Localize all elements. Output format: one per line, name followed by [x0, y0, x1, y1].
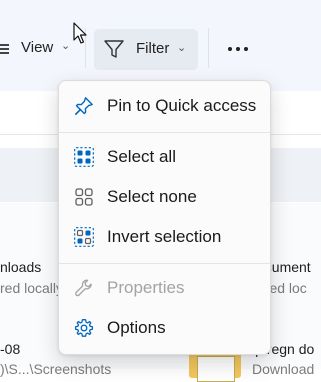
- menu-item-options[interactable]: Options: [63, 310, 266, 346]
- menu-divider: [59, 263, 270, 264]
- wrench-icon: [75, 279, 92, 297]
- file-status: red locally: [0, 280, 64, 296]
- menu-item-label: Properties: [107, 278, 185, 297]
- menu-item-invert-selection[interactable]: Invert selection: [63, 219, 266, 255]
- filter-label: Filter: [136, 40, 170, 57]
- file-name[interactable]: nloads: [0, 259, 41, 275]
- menu-item-properties: Properties: [63, 270, 266, 306]
- menu-item-label: Options: [107, 318, 166, 337]
- pin-icon: [75, 97, 93, 115]
- more-options-button[interactable]: [220, 33, 256, 65]
- more-options-menu: Pin to Quick access Select all Select no…: [58, 80, 271, 355]
- menu-item-label: Select all: [107, 147, 176, 166]
- view-label: View: [21, 39, 54, 56]
- more-dot-icon: [244, 47, 248, 51]
- toolbar-divider: [208, 28, 209, 68]
- filter-icon: [104, 40, 124, 58]
- file-location: )\S...\Screenshots: [0, 361, 112, 377]
- menu-divider: [59, 132, 270, 133]
- more-dot-icon: [236, 47, 240, 51]
- more-dot-icon: [228, 47, 232, 51]
- chevron-down-icon: ⌄: [61, 40, 71, 52]
- file-name[interactable]: -08: [0, 341, 20, 357]
- invert-selection-icon: [74, 227, 94, 247]
- gear-icon: [74, 318, 94, 337]
- select-none-icon: [75, 188, 93, 206]
- view-button[interactable]: View ⌄: [0, 32, 78, 66]
- file-location: Download: [252, 361, 315, 377]
- command-bar: View ⌄ Filter ⌄: [0, 0, 321, 91]
- filter-button[interactable]: Filter ⌄: [94, 29, 198, 70]
- menu-item-label: Select none: [107, 187, 197, 206]
- mouse-cursor-icon: [73, 22, 87, 44]
- view-icon: [0, 44, 10, 54]
- menu-item-label: Pin to Quick access: [107, 96, 257, 115]
- chevron-down-icon: ⌄: [177, 42, 187, 54]
- menu-item-select-all[interactable]: Select all: [63, 139, 266, 175]
- menu-item-pin-to-quick-access[interactable]: Pin to Quick access: [63, 88, 266, 124]
- menu-item-select-none[interactable]: Select none: [63, 179, 266, 215]
- menu-item-label: Invert selection: [107, 227, 222, 246]
- select-all-icon: [74, 147, 94, 167]
